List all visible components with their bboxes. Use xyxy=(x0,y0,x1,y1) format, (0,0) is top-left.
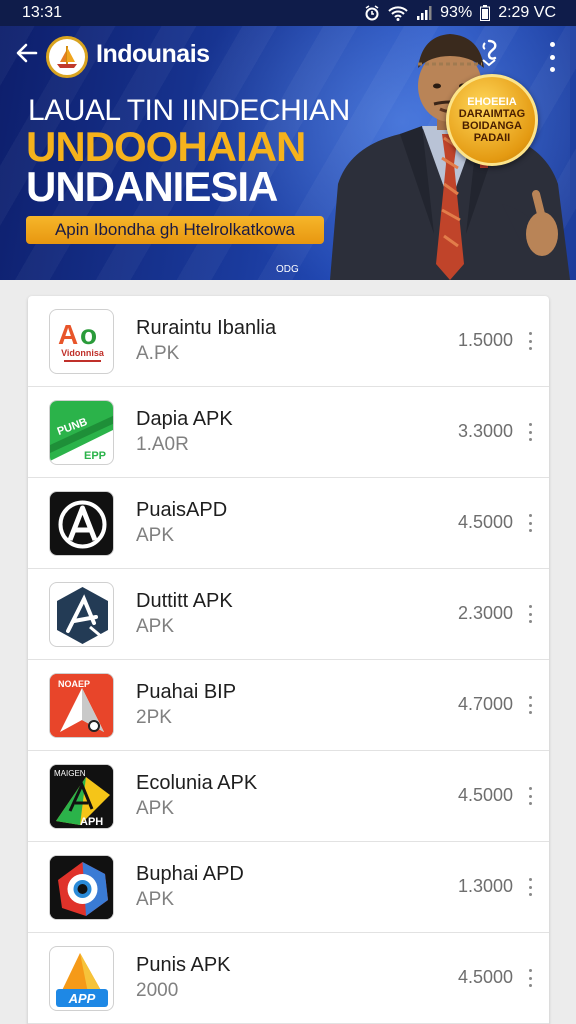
app-subtitle: APK xyxy=(136,616,175,637)
item-menu-icon[interactable] xyxy=(527,969,533,987)
battery-icon xyxy=(480,5,491,21)
app-list-item[interactable]: A o Vidonnisa Ruraintu Ibanlia A.PK 1.50… xyxy=(28,296,549,387)
badge-line-4: PADAII xyxy=(473,132,511,144)
app-value: 4.5000 xyxy=(457,512,513,532)
overflow-menu-icon[interactable] xyxy=(542,42,562,72)
app-value: 1.3000 xyxy=(457,876,513,896)
app-value: 4.7000 xyxy=(457,694,513,714)
app-subtitle: A.PK xyxy=(136,343,180,364)
app-subtitle: APK xyxy=(136,798,175,819)
app-name: Ruraintu Ibanlia xyxy=(136,317,277,339)
item-menu-icon[interactable] xyxy=(527,423,533,441)
app-value: 1.5000 xyxy=(457,330,513,350)
app-value: 4.5000 xyxy=(457,967,513,987)
app-list-item[interactable]: Buphai APD APK 1.3000 xyxy=(28,842,549,933)
app-subtitle: 1.A0R xyxy=(136,434,189,455)
presenter-figure xyxy=(330,34,570,280)
svg-text:A: A xyxy=(58,319,78,350)
signal-icon xyxy=(417,6,432,20)
status-right: 93% 2:29 VC xyxy=(364,4,556,22)
app-name: Puahai BIP xyxy=(136,681,237,703)
app-name: PuaisAPD xyxy=(136,499,228,521)
battery-percent: 93% xyxy=(440,4,473,21)
item-menu-icon[interactable] xyxy=(527,514,533,532)
app-subtitle: 2000 xyxy=(136,980,179,1001)
icon-text: NOAEP xyxy=(58,679,90,689)
icon-text: EPP xyxy=(84,450,106,462)
app-list: A o Vidonnisa Ruraintu Ibanlia A.PK 1.50… xyxy=(28,296,549,1024)
badge-line-2: DARAIMTAG xyxy=(458,108,526,120)
hexagon-a-icon xyxy=(49,582,114,647)
app-list-item[interactable]: PUNB EPP Dapia APK 1.A0R 3.3000 xyxy=(28,387,549,478)
app-list-item[interactable]: MAIGEN APH Ecolunia APK APK 4.5000 xyxy=(28,751,549,842)
item-menu-icon[interactable] xyxy=(527,696,533,714)
wifi-icon xyxy=(388,6,408,21)
app-name: Punis APK xyxy=(136,954,231,976)
app-name: Dapia APK xyxy=(136,408,233,430)
app-list-item[interactable]: APP Punis APK 2000 4.5000 xyxy=(28,933,549,1024)
promo-banner: Indounais LAUAL TIN IINDECHIAN UNDOOHAIA… xyxy=(0,26,576,280)
status-right-text: 2:29 VC xyxy=(498,4,556,21)
status-bar: 13:31 93% 2:29 VC xyxy=(0,0,576,26)
back-arrow-icon[interactable] xyxy=(14,40,40,66)
app-value: 4.5000 xyxy=(457,785,513,805)
arrow-cursor-icon: NOAEP xyxy=(49,673,114,738)
circle-a-icon xyxy=(49,491,114,556)
badge-line-1: EHOEEIA xyxy=(467,96,517,108)
item-menu-icon[interactable] xyxy=(527,878,533,896)
banner-small-mark: ODG xyxy=(276,264,299,275)
app-name: Ecolunia APK xyxy=(136,772,258,794)
app-list-item[interactable]: PuaisAPD APK 4.5000 xyxy=(28,478,549,569)
app-subtitle: APK xyxy=(136,889,175,910)
icon-text: Vidonnisa xyxy=(61,348,105,358)
apk-a-icon: MAIGEN APH xyxy=(49,764,114,829)
item-menu-icon[interactable] xyxy=(527,787,533,805)
app-list-item[interactable]: NOAEP Puahai BIP 2PK 4.7000 xyxy=(28,660,549,751)
ao-logo-icon: A o Vidonnisa xyxy=(49,309,114,374)
item-menu-icon[interactable] xyxy=(527,605,533,623)
green-ticket-icon: PUNB EPP xyxy=(49,400,114,465)
status-time: 13:31 xyxy=(22,4,63,21)
app-value: 3.3000 xyxy=(457,421,513,441)
svg-text:o: o xyxy=(80,319,97,350)
app-subtitle: APK xyxy=(136,525,175,546)
app-name: Duttitt APK xyxy=(136,590,233,612)
icon-text: APH xyxy=(80,816,103,828)
promo-button[interactable]: Apin Ibondha gh Htelrolkatkowa xyxy=(26,216,324,244)
item-menu-icon[interactable] xyxy=(527,332,533,350)
app-a-icon: APP xyxy=(49,946,114,1011)
app-name: Buphai APD xyxy=(136,863,244,885)
banner-headline-3: UNDANIESIA xyxy=(26,163,278,210)
share-icon[interactable] xyxy=(476,38,502,68)
app-value: 2.3000 xyxy=(457,603,513,623)
app-subtitle: 2PK xyxy=(136,707,172,728)
app-list-item[interactable]: Duttitt APK APK 2.3000 xyxy=(28,569,549,660)
app-logo xyxy=(46,36,88,78)
sailboat-logo-icon xyxy=(57,46,77,68)
svg-text:MAIGEN: MAIGEN xyxy=(54,769,86,778)
promo-badge: EHOEEIA DARAIMTAG BOIDANGA PADAII xyxy=(446,74,538,166)
icon-text: APP xyxy=(68,991,96,1006)
eye-badge-icon xyxy=(49,855,114,920)
alarm-icon xyxy=(365,5,379,21)
app-title: Indounais xyxy=(96,40,210,68)
badge-line-3: BOIDANGA xyxy=(462,120,522,132)
